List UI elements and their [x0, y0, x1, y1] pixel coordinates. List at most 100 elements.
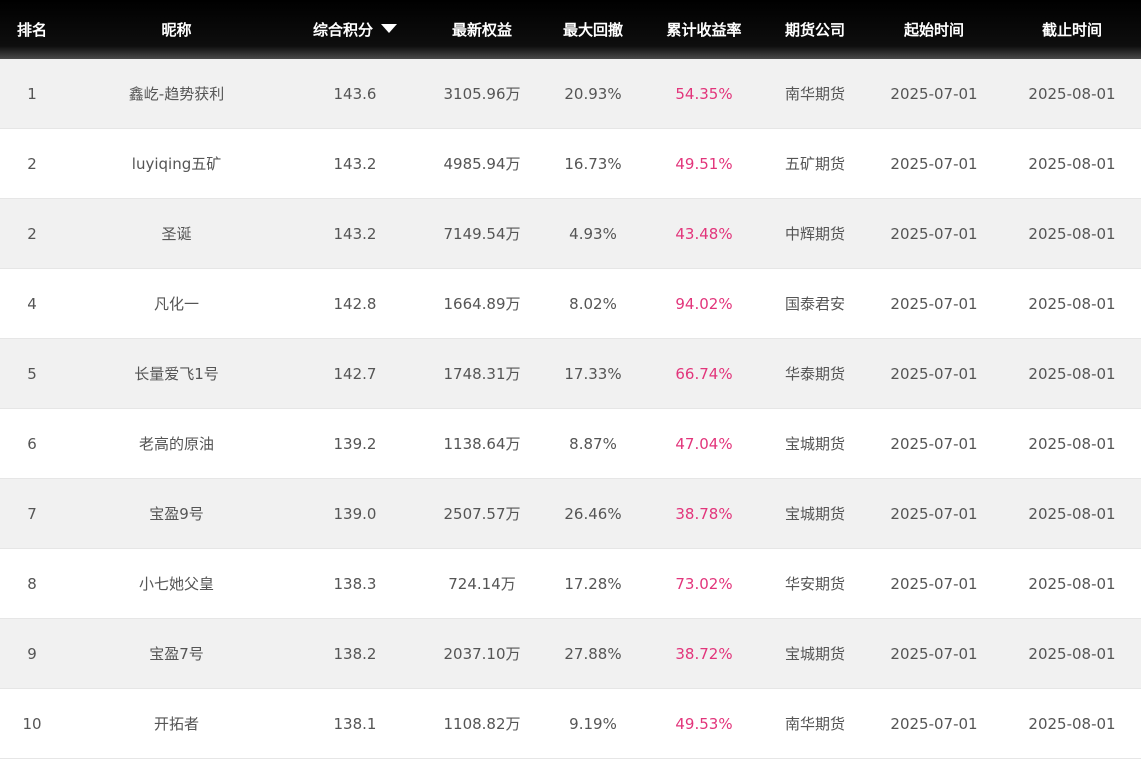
cell-drawdown: 20.93%	[543, 59, 643, 129]
cell-start-date: 2025-07-01	[865, 59, 1003, 129]
cell-start-date: 2025-07-01	[865, 479, 1003, 549]
cell-equity: 2037.10万	[421, 619, 543, 689]
cell-company: 国泰君安	[765, 269, 865, 339]
header-equity-label: 最新权益	[451, 21, 512, 39]
cell-start-date: 2025-07-01	[865, 549, 1003, 619]
cell-rank: 2	[0, 129, 64, 199]
cell-nickname[interactable]: 长量爱飞1号	[64, 339, 289, 409]
header-drawdown-label: 最大回撤	[562, 21, 623, 39]
cell-rank: 5	[0, 339, 64, 409]
header-company-label: 期货公司	[784, 21, 845, 39]
cell-nickname[interactable]: 开拓者	[64, 689, 289, 759]
cell-drawdown: 4.93%	[543, 199, 643, 269]
cell-equity: 2507.57万	[421, 479, 543, 549]
cell-return: 43.48%	[643, 199, 765, 269]
cell-return: 54.35%	[643, 59, 765, 129]
cell-end-date: 2025-08-01	[1003, 59, 1141, 129]
cell-equity: 1138.64万	[421, 409, 543, 479]
header-start-label: 起始时间	[903, 21, 964, 39]
cell-drawdown: 8.87%	[543, 409, 643, 479]
cell-nickname[interactable]: 宝盈9号	[64, 479, 289, 549]
header-drawdown[interactable]: 最大回撤	[543, 0, 643, 59]
cell-score: 143.6	[289, 59, 421, 129]
header-score-label: 综合积分	[312, 21, 373, 39]
cell-rank: 1	[0, 59, 64, 129]
cell-nickname[interactable]: luyiqing五矿	[64, 129, 289, 199]
cell-start-date: 2025-07-01	[865, 339, 1003, 409]
cell-return: 49.51%	[643, 129, 765, 199]
header-return-label: 累计收益率	[666, 21, 742, 39]
cell-equity: 724.14万	[421, 549, 543, 619]
cell-company: 华安期货	[765, 549, 865, 619]
cell-return: 38.72%	[643, 619, 765, 689]
cell-rank: 9	[0, 619, 64, 689]
cell-start-date: 2025-07-01	[865, 409, 1003, 479]
cell-end-date: 2025-08-01	[1003, 129, 1141, 199]
cell-start-date: 2025-07-01	[865, 129, 1003, 199]
cell-end-date: 2025-08-01	[1003, 409, 1141, 479]
cell-company: 南华期货	[765, 689, 865, 759]
cell-equity: 3105.96万	[421, 59, 543, 129]
cell-nickname[interactable]: 老高的原油	[64, 409, 289, 479]
cell-company: 五矿期货	[765, 129, 865, 199]
cell-return: 94.02%	[643, 269, 765, 339]
cell-return: 47.04%	[643, 409, 765, 479]
cell-company: 南华期货	[765, 59, 865, 129]
cell-end-date: 2025-08-01	[1003, 689, 1141, 759]
cell-equity: 1664.89万	[421, 269, 543, 339]
cell-company: 华泰期货	[765, 339, 865, 409]
header-equity[interactable]: 最新权益	[421, 0, 543, 59]
cell-equity: 1108.82万	[421, 689, 543, 759]
cell-end-date: 2025-08-01	[1003, 199, 1141, 269]
cell-score: 138.3	[289, 549, 421, 619]
sort-descending-icon[interactable]	[381, 24, 397, 33]
cell-score: 138.2	[289, 619, 421, 689]
cell-company: 中辉期货	[765, 199, 865, 269]
cell-end-date: 2025-08-01	[1003, 269, 1141, 339]
cell-drawdown: 8.02%	[543, 269, 643, 339]
header-end-label: 截止时间	[1041, 21, 1102, 39]
cell-equity: 7149.54万	[421, 199, 543, 269]
cell-score: 139.0	[289, 479, 421, 549]
cell-nickname[interactable]: 圣诞	[64, 199, 289, 269]
header-rank-label: 排名	[16, 21, 47, 39]
cell-equity: 1748.31万	[421, 339, 543, 409]
cell-rank: 6	[0, 409, 64, 479]
header-nickname[interactable]: 昵称	[64, 0, 289, 59]
cell-rank: 10	[0, 689, 64, 759]
cell-drawdown: 17.33%	[543, 339, 643, 409]
cell-start-date: 2025-07-01	[865, 619, 1003, 689]
cell-rank: 8	[0, 549, 64, 619]
cell-nickname[interactable]: 小七她父皇	[64, 549, 289, 619]
cell-company: 宝城期货	[765, 479, 865, 549]
cell-rank: 7	[0, 479, 64, 549]
header-end[interactable]: 截止时间	[1003, 0, 1141, 59]
header-return[interactable]: 累计收益率	[643, 0, 765, 59]
header-rank[interactable]: 排名	[0, 0, 64, 59]
cell-nickname[interactable]: 凡化一	[64, 269, 289, 339]
header-nickname-label: 昵称	[161, 21, 192, 39]
cell-start-date: 2025-07-01	[865, 269, 1003, 339]
cell-return: 49.53%	[643, 689, 765, 759]
header-score[interactable]: 综合积分	[289, 0, 421, 59]
cell-rank: 4	[0, 269, 64, 339]
cell-drawdown: 16.73%	[543, 129, 643, 199]
cell-nickname[interactable]: 宝盈7号	[64, 619, 289, 689]
cell-return: 38.78%	[643, 479, 765, 549]
cell-end-date: 2025-08-01	[1003, 549, 1141, 619]
cell-nickname[interactable]: 鑫屹-趋势获利	[64, 59, 289, 129]
cell-drawdown: 9.19%	[543, 689, 643, 759]
cell-end-date: 2025-08-01	[1003, 619, 1141, 689]
cell-score: 143.2	[289, 129, 421, 199]
cell-start-date: 2025-07-01	[865, 199, 1003, 269]
cell-return: 66.74%	[643, 339, 765, 409]
cell-return: 73.02%	[643, 549, 765, 619]
cell-score: 143.2	[289, 199, 421, 269]
cell-score: 142.7	[289, 339, 421, 409]
cell-drawdown: 27.88%	[543, 619, 643, 689]
cell-score: 142.8	[289, 269, 421, 339]
header-company[interactable]: 期货公司	[765, 0, 865, 59]
header-start[interactable]: 起始时间	[865, 0, 1003, 59]
cell-drawdown: 17.28%	[543, 549, 643, 619]
cell-score: 139.2	[289, 409, 421, 479]
